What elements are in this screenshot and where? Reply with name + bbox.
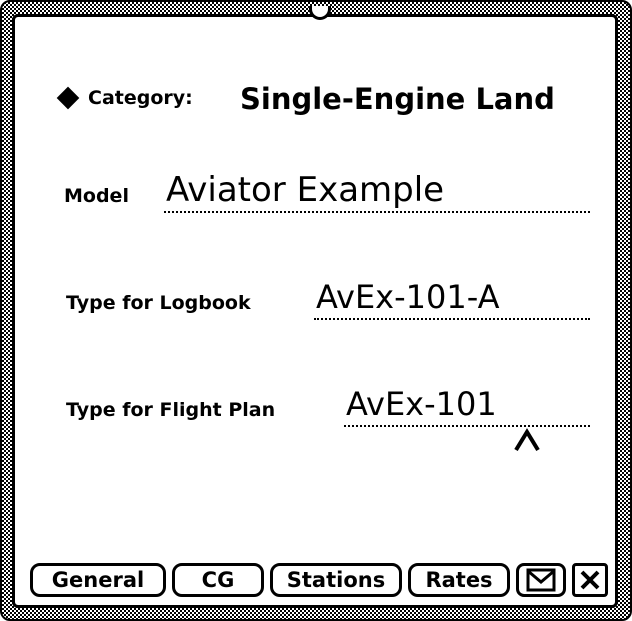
type-logbook-label: Type for Logbook	[66, 292, 251, 314]
type-logbook-underline	[314, 318, 590, 320]
close-button[interactable]	[572, 563, 608, 597]
model-field-underline	[164, 211, 590, 213]
general-button[interactable]: General	[30, 563, 166, 597]
type-logbook-field[interactable]: AvEx-101-A	[316, 278, 499, 316]
routing-button[interactable]	[516, 563, 566, 597]
stations-button[interactable]: Stations	[270, 563, 402, 597]
type-flightplan-field[interactable]: AvEx-101	[346, 385, 497, 423]
type-flightplan-underline	[344, 425, 590, 427]
type-flightplan-label: Type for Flight Plan	[66, 399, 276, 421]
rates-button[interactable]: Rates	[408, 563, 510, 597]
envelope-icon	[526, 568, 556, 592]
cg-button[interactable]: CG	[172, 563, 264, 597]
close-icon	[580, 570, 600, 590]
caret-icon	[514, 428, 540, 452]
model-label: Model	[64, 185, 129, 207]
model-field[interactable]: Aviator Example	[166, 170, 444, 210]
category-label[interactable]: Category:	[88, 87, 193, 109]
category-value[interactable]: Single-Engine Land	[240, 82, 555, 116]
